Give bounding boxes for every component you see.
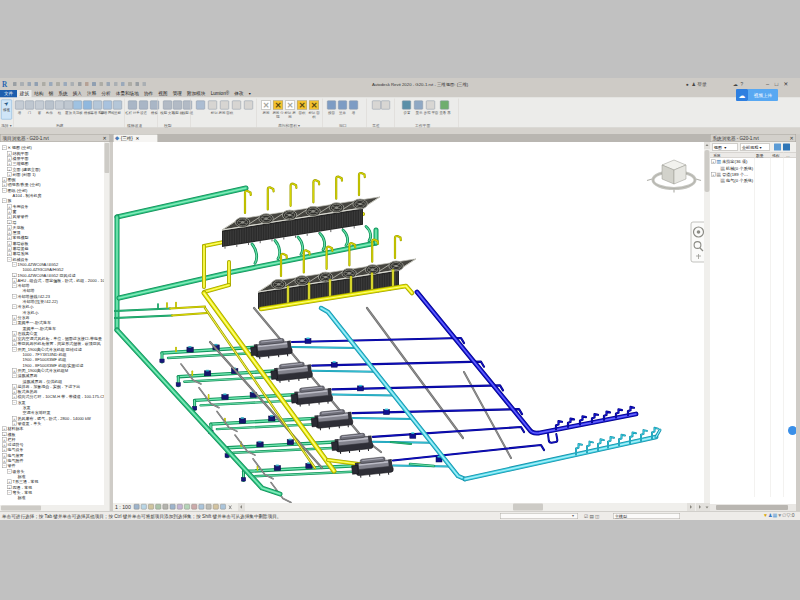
svg-text:1 : 100: 1 : 100	[115, 504, 131, 510]
